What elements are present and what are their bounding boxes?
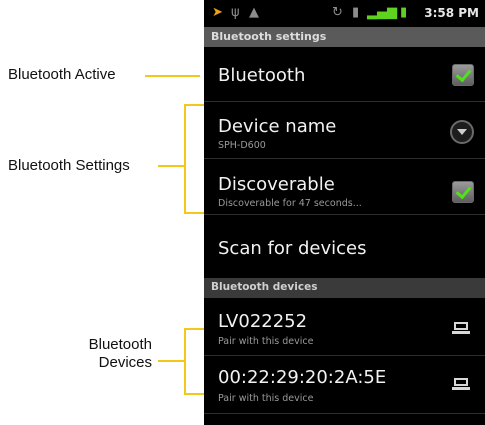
status-bar: ➤ ψ ▲ ↻ ▮ ▂▄▆ ▮ 3:58 PM (204, 0, 485, 27)
chevron-down-icon[interactable] (450, 120, 474, 144)
phone-screen: ➤ ψ ▲ ↻ ▮ ▂▄▆ ▮ 3:58 PM Bluetooth settin… (204, 0, 485, 425)
android-icon: ▲ (249, 5, 259, 20)
callout-bluetooth-devices-line2: Devices (98, 354, 152, 371)
bluetooth-devices-section-header: Bluetooth devices (204, 278, 485, 298)
play-icon: ➤ (212, 5, 223, 20)
sync-icon: ↻ (332, 5, 343, 20)
device-name-row[interactable]: Device name SPH-D600 (204, 102, 485, 159)
usb-icon: ψ (231, 5, 240, 20)
status-time: 3:58 PM (424, 6, 479, 20)
device-name-label: Device name (218, 116, 337, 137)
device-name: LV022252 (218, 311, 308, 332)
device-name-value: SPH-D600 (218, 140, 266, 151)
callout-line-devices-stem (158, 360, 185, 362)
battery-icon: ▮ (400, 5, 408, 20)
bluetooth-checkbox[interactable] (452, 64, 474, 86)
discoverable-summary: Discoverable for 47 seconds... (218, 198, 362, 209)
screen-title: Bluetooth settings (211, 30, 327, 43)
device-name: 00:22:29:20:2A:5E (218, 367, 387, 388)
discoverable-label: Discoverable (218, 174, 335, 195)
device-row[interactable]: 00:22:29:20:2A:5E Pair with this device (204, 356, 485, 414)
bluetooth-devices-section-title: Bluetooth devices (211, 281, 318, 293)
laptop-icon (452, 378, 470, 390)
scan-devices-label: Scan for devices (218, 238, 367, 259)
sdcard-icon: ▮ (352, 5, 360, 20)
discoverable-row[interactable]: Discoverable Discoverable for 47 seconds… (204, 159, 485, 215)
bluetooth-toggle-label: Bluetooth (218, 65, 306, 86)
callout-bluetooth-settings: Bluetooth Settings (8, 157, 130, 174)
scan-devices-row[interactable]: Scan for devices (204, 215, 485, 278)
discoverable-checkbox[interactable] (452, 181, 474, 203)
callout-line-settings-bracket (184, 104, 186, 214)
row-divider (204, 413, 485, 414)
device-pair-hint: Pair with this device (218, 393, 314, 404)
laptop-icon (452, 322, 470, 334)
callout-bluetooth-devices-line1: Bluetooth (88, 336, 152, 353)
callout-bluetooth-active: Bluetooth Active (8, 66, 116, 83)
screen-title-bar: Bluetooth settings (204, 27, 485, 47)
callout-bluetooth-devices: Bluetooth Devices (40, 336, 152, 372)
callout-line-settings-stem (158, 165, 185, 167)
device-row[interactable]: LV022252 Pair with this device (204, 298, 485, 356)
callout-line-devices-bracket (184, 328, 186, 395)
bluetooth-toggle-row[interactable]: Bluetooth (204, 47, 485, 102)
device-pair-hint: Pair with this device (218, 336, 314, 347)
signal-icon: ▂▄▆ (367, 5, 397, 20)
callout-line-active (145, 75, 200, 77)
